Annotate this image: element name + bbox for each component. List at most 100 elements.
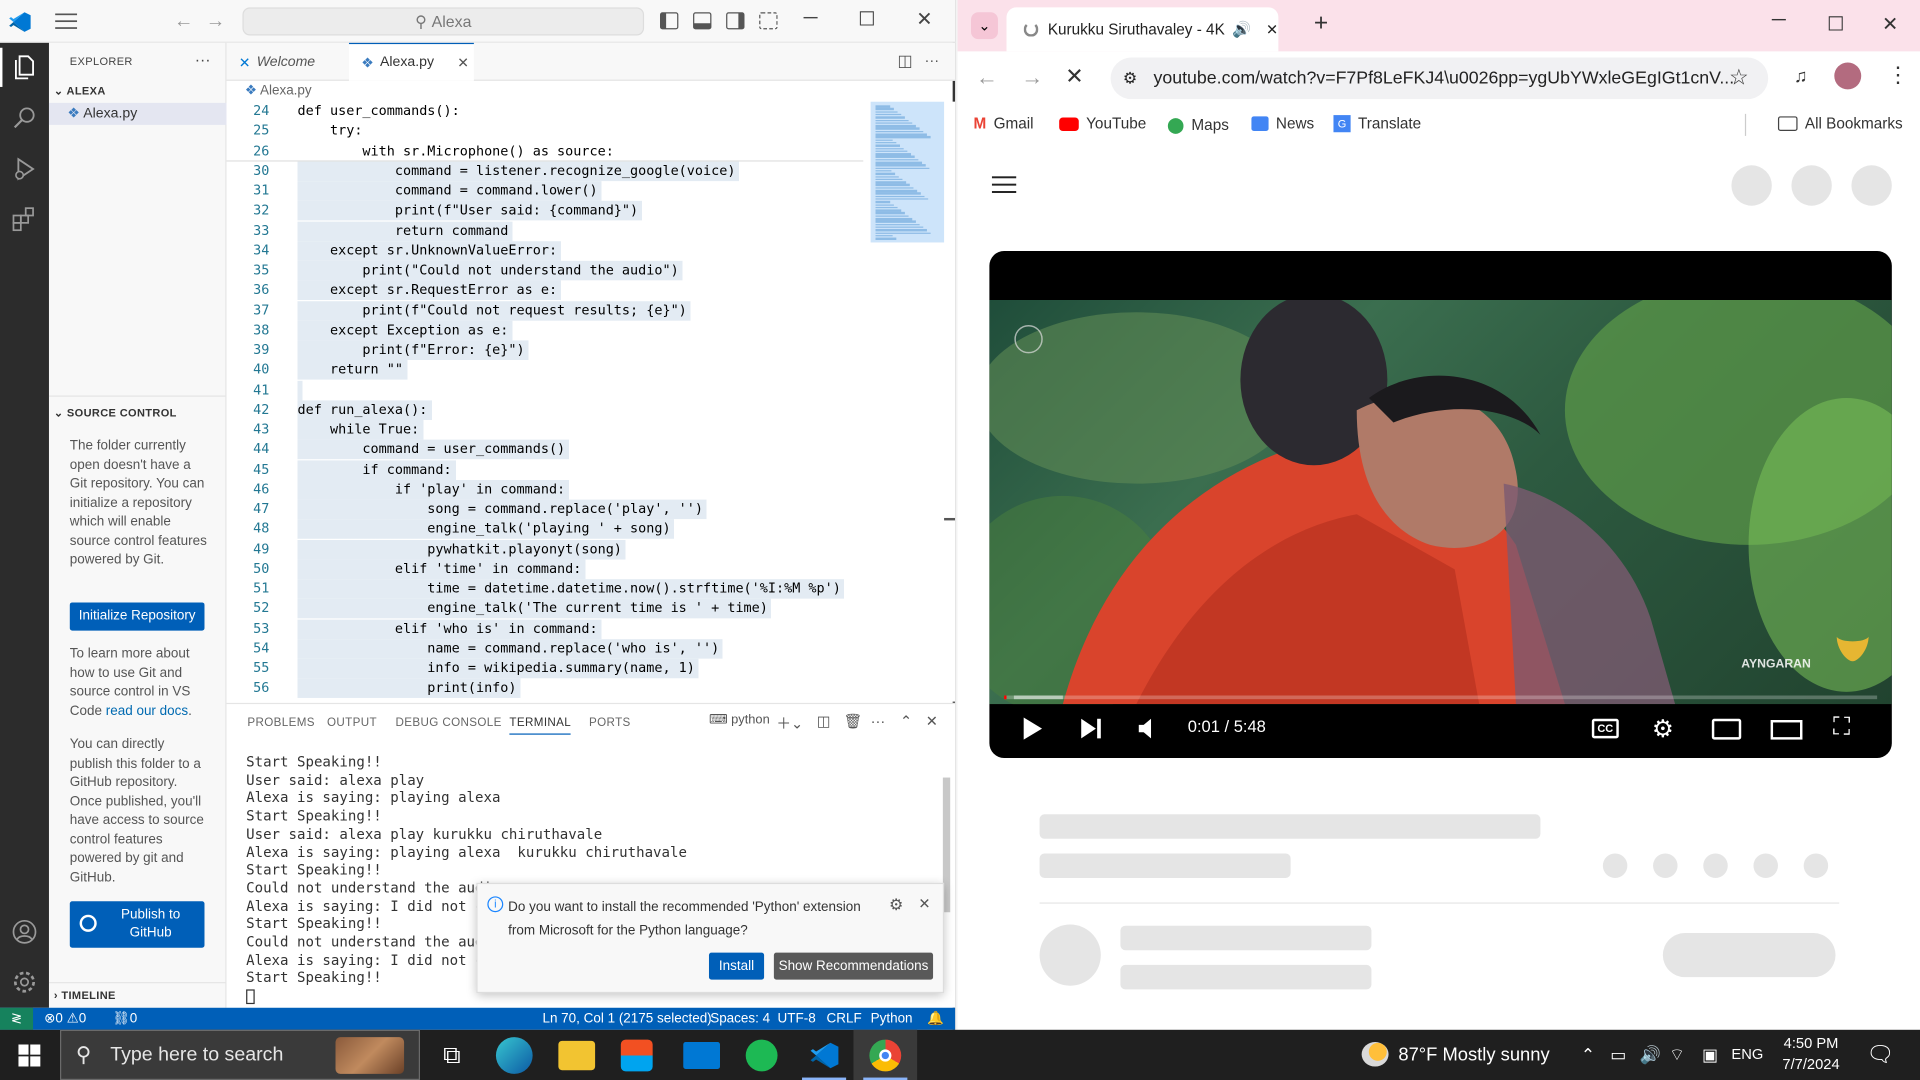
- mail-icon[interactable]: [683, 1042, 721, 1069]
- clock[interactable]: 4:50 PM 7/7/2024: [1773, 1033, 1849, 1075]
- show-hidden-icons-icon[interactable]: ⌃: [1581, 1030, 1595, 1080]
- tab-problems[interactable]: PROBLEMS: [247, 716, 315, 729]
- code-line[interactable]: 41: [226, 380, 864, 400]
- initialize-repository-button[interactable]: Initialize Repository: [69, 602, 205, 631]
- more-actions-icon[interactable]: ···: [924, 51, 939, 68]
- code-line[interactable]: 52 engine_talk('The current time is ' + …: [226, 599, 864, 619]
- indentation[interactable]: Spaces: 4: [710, 1008, 770, 1030]
- tab-terminal[interactable]: TERMINAL: [509, 716, 572, 735]
- notifications-bell-icon[interactable]: 🔔: [927, 1008, 944, 1030]
- account-icon[interactable]: [10, 917, 39, 946]
- add-terminal-icon[interactable]: ＋⌄: [776, 713, 803, 734]
- code-line[interactable]: 34 except sr.UnknownValueError:: [226, 240, 864, 261]
- code-line[interactable]: 45 if command:: [226, 459, 864, 480]
- code-line[interactable]: 55 info = wikipedia.summary(name, 1): [226, 658, 864, 679]
- search-icon[interactable]: [10, 103, 39, 132]
- code-line[interactable]: 31 command = command.lower(): [226, 181, 864, 201]
- bookmark-translate[interactable]: G Translate: [1333, 115, 1421, 133]
- task-view-icon[interactable]: ⧉: [433, 1037, 470, 1074]
- all-bookmarks[interactable]: All Bookmarks: [1777, 115, 1903, 132]
- close-tab-icon[interactable]: ✕: [457, 54, 469, 71]
- forward-arrow-icon[interactable]: →: [206, 11, 226, 33]
- code-line[interactable]: 32 print(f"User said: {command}"): [226, 201, 864, 221]
- video-frame[interactable]: AYNGARAN: [989, 275, 1892, 717]
- trash-icon[interactable]: 🗑: [844, 713, 863, 730]
- code-line[interactable]: 36 except sr.RequestError as e:: [226, 280, 864, 301]
- video-progress-bar[interactable]: [1004, 695, 1878, 700]
- code-line[interactable]: 37 print(f"Could not request results; {e…: [226, 300, 864, 321]
- file-explorer-icon[interactable]: [558, 1040, 596, 1071]
- next-icon[interactable]: [1080, 716, 1102, 740]
- more-actions-icon[interactable]: ···: [871, 713, 886, 730]
- explorer-icon[interactable]: [10, 53, 39, 82]
- code-editor[interactable]: 24 def user_commands(): 25 try: 26 with sr.…: [226, 101, 956, 702]
- close-icon[interactable]: ✕: [912, 7, 936, 31]
- tab-welcome[interactable]: ✕ Welcome: [227, 43, 349, 81]
- bookmark-maps[interactable]: ⬤ Maps: [1167, 115, 1229, 134]
- microsoft-store-icon[interactable]: [620, 1039, 653, 1072]
- miniplayer-icon[interactable]: [1711, 718, 1742, 740]
- wifi-icon[interactable]: ⌔: [1669, 1030, 1685, 1080]
- vscode-taskbar-icon[interactable]: [808, 1040, 840, 1072]
- code-line[interactable]: 35 print("Could not understand the audio…: [226, 260, 864, 281]
- extensions-icon[interactable]: [10, 204, 39, 233]
- code-line[interactable]: 54 name = command.replace('who is', ''): [226, 638, 864, 659]
- code-line[interactable]: 47 song = command.replace('play', ''): [226, 499, 864, 520]
- read-docs-link[interactable]: read our docs: [106, 703, 188, 718]
- timeline-header[interactable]: › TIMELINE: [54, 989, 116, 1001]
- tab-output[interactable]: OUTPUT: [327, 716, 377, 729]
- notifications-icon[interactable]: 🗨: [1866, 1030, 1894, 1080]
- code-line[interactable]: 51 time = datetime.datetime.now().strfti…: [226, 579, 864, 599]
- code-line[interactable]: 25 try:: [227, 122, 864, 142]
- profile-avatar[interactable]: [1834, 62, 1862, 90]
- remote-icon[interactable]: ≷: [0, 1007, 34, 1030]
- customize-layout-icon[interactable]: [759, 12, 778, 30]
- weather-icon[interactable]: [1361, 1042, 1389, 1067]
- code-line[interactable]: 39 print(f"Error: {e}"): [226, 340, 864, 361]
- code-line[interactable]: 44 command = user_commands(): [226, 439, 864, 460]
- code-line[interactable]: 50 elif 'time' in command:: [226, 559, 864, 579]
- bookmark-gmail[interactable]: M Gmail: [973, 115, 1033, 132]
- show-recommendations-button[interactable]: Show Recommendations: [773, 952, 934, 980]
- breadcrumb[interactable]: ❖ Alexa.py: [245, 82, 312, 98]
- problems-status[interactable]: ⊗0 ⚠0: [44, 1008, 86, 1030]
- close-tab-icon[interactable]: ✕: [1266, 21, 1278, 38]
- split-editor-icon[interactable]: ◫: [898, 51, 913, 71]
- settings-gear-icon[interactable]: [10, 967, 39, 996]
- line-ending[interactable]: CRLF: [827, 1008, 862, 1030]
- windows-start-icon[interactable]: [18, 1044, 41, 1067]
- code-line[interactable]: 38 except Exception as e:: [226, 320, 864, 341]
- meet-now-icon[interactable]: ▣: [1702, 1030, 1718, 1080]
- terminal-selector[interactable]: ⌨ python: [709, 713, 770, 728]
- battery-icon[interactable]: ▭: [1610, 1030, 1626, 1080]
- tab-ports[interactable]: PORTS: [589, 716, 631, 729]
- code-line[interactable]: 42 def run_alexa():: [226, 400, 864, 420]
- address-bar[interactable]: ⚙ youtube.com/watch?v=F7Pf8LeFKJ4\u0026p…: [1110, 57, 1769, 100]
- taskbar-search-box[interactable]: ⚲ Type here to search: [60, 1029, 421, 1080]
- encoding[interactable]: UTF-8: [778, 1008, 816, 1030]
- back-arrow-icon[interactable]: ←: [174, 11, 194, 33]
- publish-to-github-button[interactable]: Publish to GitHub: [69, 901, 205, 948]
- cursor-position[interactable]: Ln 70, Col 1 (2175 selected): [542, 1008, 711, 1030]
- toggle-secondary-sidebar-icon[interactable]: [726, 12, 745, 30]
- minimize-icon[interactable]: ─: [798, 7, 822, 29]
- media-controls-icon[interactable]: ♫: [1794, 66, 1808, 87]
- code-line[interactable]: 53 elif 'who is' in command:: [226, 618, 864, 639]
- chrome-taskbar-button[interactable]: [853, 1029, 918, 1080]
- chevron-up-icon[interactable]: ⌃: [900, 713, 912, 730]
- ports-status[interactable]: ⛓0: [113, 1008, 138, 1030]
- video-player[interactable]: AYNGARAN 0:01 / 5:48 CC ⚙ ⛶: [989, 251, 1892, 758]
- chrome-menu-icon[interactable]: ⋮: [1887, 62, 1909, 88]
- bookmark-news[interactable]: News: [1251, 115, 1314, 132]
- tab-alexa-py[interactable]: ❖ Alexa.py ✕: [348, 42, 474, 81]
- audio-playing-icon[interactable]: 🔊: [1232, 20, 1251, 38]
- code-line[interactable]: 49 pywhatkit.playonyt(song): [226, 539, 864, 559]
- new-tab-icon[interactable]: +: [1314, 10, 1328, 38]
- language-mode[interactable]: Python: [871, 1008, 913, 1030]
- hamburger-menu-icon[interactable]: [991, 175, 1017, 195]
- volume-muted-icon[interactable]: [1138, 716, 1160, 740]
- site-info-icon[interactable]: ⚙: [1123, 58, 1137, 100]
- split-terminal-icon[interactable]: ◫: [817, 713, 831, 730]
- scrollbar-thumb[interactable]: [944, 517, 956, 521]
- maximize-icon[interactable]: ☐: [855, 7, 879, 31]
